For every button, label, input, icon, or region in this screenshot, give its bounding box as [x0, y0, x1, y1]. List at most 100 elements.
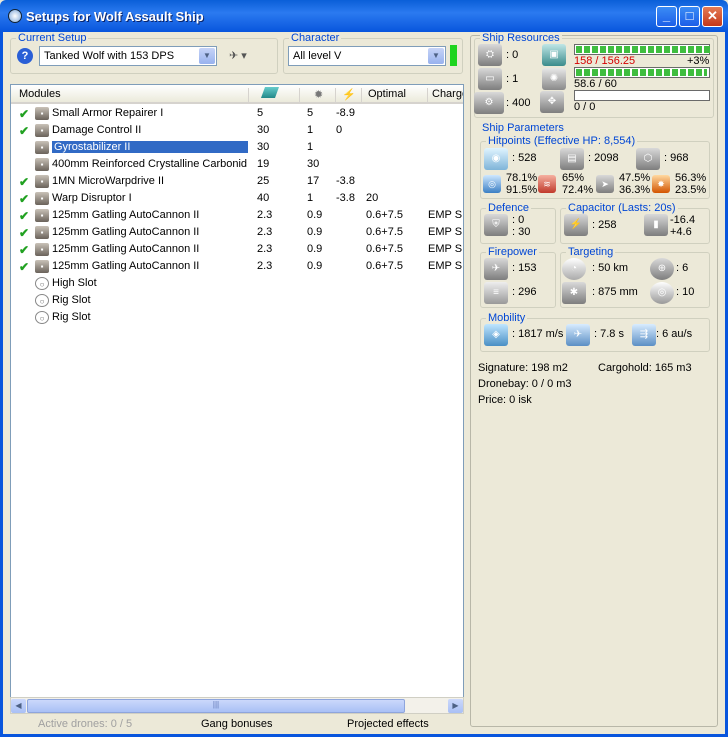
cpu-icon	[260, 87, 280, 98]
module-cpu: 30	[257, 124, 270, 136]
ship-parameters-label: Ship Parameters	[480, 122, 566, 134]
high-slot-icon: ○	[35, 277, 49, 290]
table-row[interactable]: ✔ ▪ 125mm Gatling AutoCannon II 2.3 0.9 0.6+7…	[11, 207, 463, 224]
thermal-resist-icon: ≋	[538, 175, 556, 193]
enabled-checkmark-icon[interactable]: ✔	[19, 107, 29, 121]
turret-count: : 0	[506, 49, 519, 61]
table-row[interactable]: ✔ ▪ Damage Control II 30 1 0	[11, 122, 463, 139]
close-button[interactable]: ✕	[702, 6, 723, 27]
launcher-count: : 1	[506, 73, 519, 85]
volley-value: : 296	[512, 286, 537, 298]
turret-hardpoint-icon: ⛭	[478, 44, 502, 66]
explosive-resist-icon: ✸	[652, 175, 670, 193]
column-optimal[interactable]: Optimal	[362, 88, 428, 102]
module-optimal: 0.6+7.5	[366, 243, 404, 255]
enabled-checkmark-icon[interactable]: ✔	[19, 175, 29, 189]
setup-select[interactable]: Tanked Wolf with 153 DPS ▼	[39, 46, 217, 66]
column-modules[interactable]: Modules	[11, 88, 249, 102]
damage-control-icon: ▪	[35, 124, 49, 137]
dps-icon: ✈	[484, 258, 508, 280]
module-name: 125mm Gatling AutoCannon II	[52, 226, 200, 238]
table-row[interactable]: ✔ ▪ Warp Disruptor I 40 1 -3.8 20	[11, 190, 463, 207]
module-cpu: 2.3	[257, 226, 273, 238]
minimize-button[interactable]: _	[656, 6, 677, 27]
autocannon-icon: ▪	[35, 226, 49, 239]
capacitor-regen: +4.6	[670, 226, 692, 238]
module-name: Small Armor Repairer I	[52, 107, 164, 119]
module-charge: EMP S	[428, 260, 463, 272]
enabled-checkmark-icon[interactable]: ✔	[19, 226, 29, 240]
tab-gang-bonuses[interactable]: Gang bonuses	[201, 718, 273, 730]
scroll-left-icon[interactable]: ◀	[11, 699, 26, 713]
module-powergrid: 17	[307, 175, 320, 187]
column-charge[interactable]: Charge	[428, 88, 463, 102]
chevron-down-icon[interactable]: ▼	[199, 48, 215, 64]
module-name: Warp Disruptor I	[52, 192, 132, 204]
table-row[interactable]: ○ High Slot	[11, 275, 463, 292]
scan-resolution: : 875 mm	[592, 286, 638, 298]
enabled-checkmark-icon[interactable]: ✔	[19, 243, 29, 257]
module-optimal: 20	[366, 192, 379, 204]
sensor-strength: : 10	[676, 286, 695, 298]
dronebay: Dronebay: 0 / 0 m3	[478, 378, 572, 390]
module-capacitor: -8.9	[336, 107, 355, 119]
enabled-checkmark-icon[interactable]: ✔	[19, 209, 29, 223]
cargohold: Cargohold: 165 m3	[598, 362, 692, 374]
table-row[interactable]: ○ Rig Slot	[11, 309, 463, 326]
modules-horizontal-scrollbar[interactable]: ◀ ||| ▶	[10, 697, 464, 714]
targeting-range-icon: ◔	[562, 258, 586, 280]
table-row[interactable]: ✔ ▪ 125mm Gatling AutoCannon II 2.3 0.9 0.6+7…	[11, 224, 463, 241]
enabled-checkmark-icon[interactable]: ✔	[19, 260, 29, 274]
column-powergrid[interactable]: ✹	[300, 88, 336, 102]
maximize-button[interactable]: □	[679, 6, 700, 27]
table-row[interactable]: ▪ 400mm Reinforced Crystalline Carbonid..…	[11, 156, 463, 173]
table-row[interactable]: ✔ ▪ 125mm Gatling AutoCannon II 2.3 0.9 0.6+7…	[11, 258, 463, 275]
module-cpu: 25	[257, 175, 270, 187]
ship-menu-icon[interactable]: ✈ ▾	[229, 49, 247, 62]
hull-hp: : 968	[664, 152, 689, 164]
table-row[interactable]: ✔ ▪ 125mm Gatling AutoCannon II 2.3 0.9 0.6+7…	[11, 241, 463, 258]
tab-active-drones[interactable]: Active drones: 0 / 5	[38, 718, 132, 730]
signature-radius: Signature: 198 m2	[478, 362, 568, 374]
hull-icon: ⬡	[636, 148, 660, 170]
table-row[interactable]: ▪ Gyrostabilizer II 30 1	[11, 139, 463, 156]
modules-list[interactable]: Modules ✹ ⚡ Optimal Charge ✔▪Small Armor…	[10, 84, 464, 714]
module-charge: EMP S	[428, 209, 463, 221]
table-row[interactable]: ○ Rig Slot	[11, 292, 463, 309]
chevron-down-icon[interactable]: ▼	[428, 48, 444, 64]
autocannon-icon: ▪	[35, 260, 49, 273]
table-row[interactable]: ✔ ▪ 1MN MicroWarpdrive II 25 17 -3.8	[11, 173, 463, 190]
window-title: Setups for Wolf Assault Ship	[26, 9, 204, 24]
powergrid-usage: 58.6 / 60	[574, 78, 617, 90]
character-select[interactable]: All level V ▼	[288, 46, 446, 66]
kinetic-resist-icon: ➤	[596, 175, 614, 193]
drone-bay-capacity: : 400	[506, 97, 531, 109]
resist-value: 65%	[562, 172, 585, 184]
resist-value: 91.5%	[506, 184, 538, 196]
scroll-right-icon[interactable]: ▶	[448, 699, 463, 713]
warp-speed-icon: ⇶	[632, 324, 656, 346]
tab-projected-effects[interactable]: Projected effects	[347, 718, 429, 730]
column-capacitor[interactable]: ⚡	[336, 88, 362, 102]
defence-value-1: : 0	[512, 214, 525, 226]
enabled-checkmark-icon[interactable]: ✔	[19, 192, 29, 206]
title-bar[interactable]: Setups for Wolf Assault Ship _ □ ✕	[0, 0, 728, 32]
enabled-checkmark-icon[interactable]: ✔	[19, 124, 29, 138]
cpu-icon: ▣	[542, 44, 566, 66]
module-name: 1MN MicroWarpdrive II	[52, 175, 165, 187]
autocannon-icon: ▪	[35, 243, 49, 256]
module-name: 125mm Gatling AutoCannon II	[52, 243, 200, 255]
align-time-icon: ✈	[566, 324, 590, 346]
column-cpu[interactable]	[249, 87, 300, 102]
calibration-usage: 0 / 0	[574, 101, 596, 113]
module-name: High Slot	[52, 277, 97, 289]
module-cpu: 30	[257, 141, 270, 153]
module-charge: EMP S	[428, 243, 463, 255]
scrollbar-thumb[interactable]: |||	[27, 699, 405, 713]
help-icon[interactable]: ?	[17, 48, 33, 64]
targeting-label: Targeting	[566, 246, 616, 258]
module-name: Rig Slot	[52, 311, 91, 323]
max-targets: : 6	[676, 262, 689, 274]
table-row[interactable]: ✔ ▪ Small Armor Repairer I 5 5 -8.9	[11, 105, 463, 122]
module-cpu: 19	[257, 158, 270, 170]
